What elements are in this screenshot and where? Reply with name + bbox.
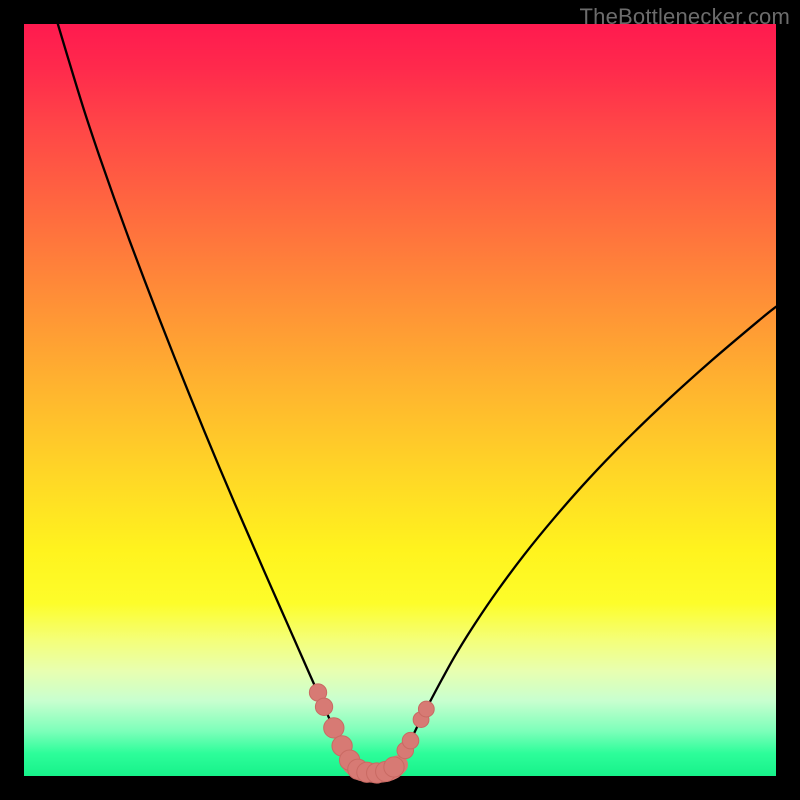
chart-frame: TheBottlenecker.com [0, 0, 800, 800]
data-marker [418, 701, 434, 717]
data-marker [315, 698, 332, 715]
watermark-text: TheBottlenecker.com [580, 4, 790, 30]
data-marker [402, 732, 419, 749]
chart-svg [24, 24, 776, 776]
marker-layer [309, 684, 434, 783]
data-marker [324, 718, 344, 738]
data-marker [384, 757, 404, 777]
curve-left-branch [58, 24, 352, 765]
curve-right-branch [398, 307, 776, 765]
curve-layer [58, 24, 776, 765]
